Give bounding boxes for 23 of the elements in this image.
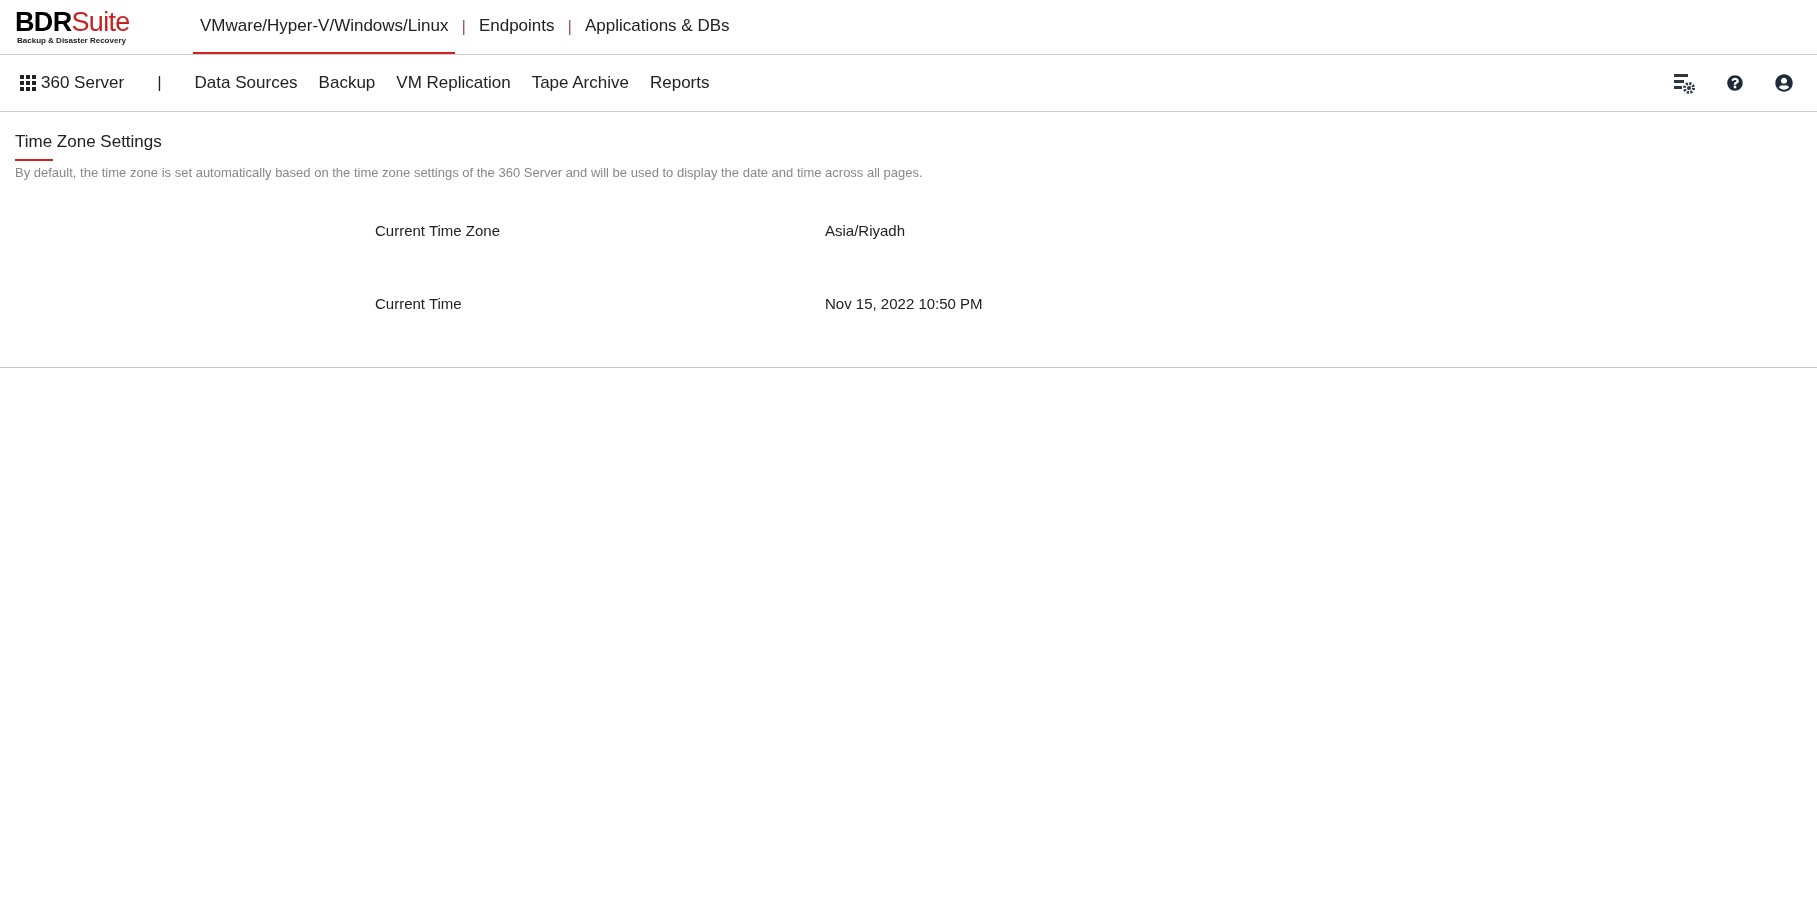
nav-link[interactable]: VM Replication <box>396 70 511 96</box>
field-value: Nov 15, 2022 10:50 PM <box>825 293 983 314</box>
nav-link[interactable]: Data Sources <box>194 70 298 96</box>
grid-icon <box>20 75 36 91</box>
page-description: By default, the time zone is set automatically based on the time zone settings of the 360 Server and will be used to display the date and time across all pages. <box>15 163 924 182</box>
nav-link[interactable]: Backup <box>318 70 376 96</box>
top-nav-tab[interactable]: Endpoints <box>471 0 562 54</box>
nav-separator: | <box>460 16 467 39</box>
nav-link[interactable]: Reports <box>649 70 710 96</box>
server-settings-icon[interactable] <box>1673 72 1695 94</box>
nav-separator: | <box>566 16 573 39</box>
nav-separator: | <box>157 72 162 95</box>
logo-wordmark: BDRSuite <box>15 8 131 36</box>
field-value: Asia/Riyadh <box>825 221 906 241</box>
top-nav-tab[interactable]: VMware/Hyper-V/Windows/Linux <box>193 0 456 54</box>
field-label: Current Time <box>375 293 463 314</box>
help-icon[interactable] <box>1727 75 1743 91</box>
nav-link[interactable]: Tape Archive <box>531 70 629 96</box>
server-menu[interactable]: 360 Server <box>20 70 125 96</box>
user-icon[interactable] <box>1775 74 1793 92</box>
top-nav-tab[interactable]: Applications & DBs <box>577 0 737 54</box>
logo-tagline: Backup & Disaster Recovery <box>17 36 127 46</box>
field-label: Current Time Zone <box>375 221 502 241</box>
